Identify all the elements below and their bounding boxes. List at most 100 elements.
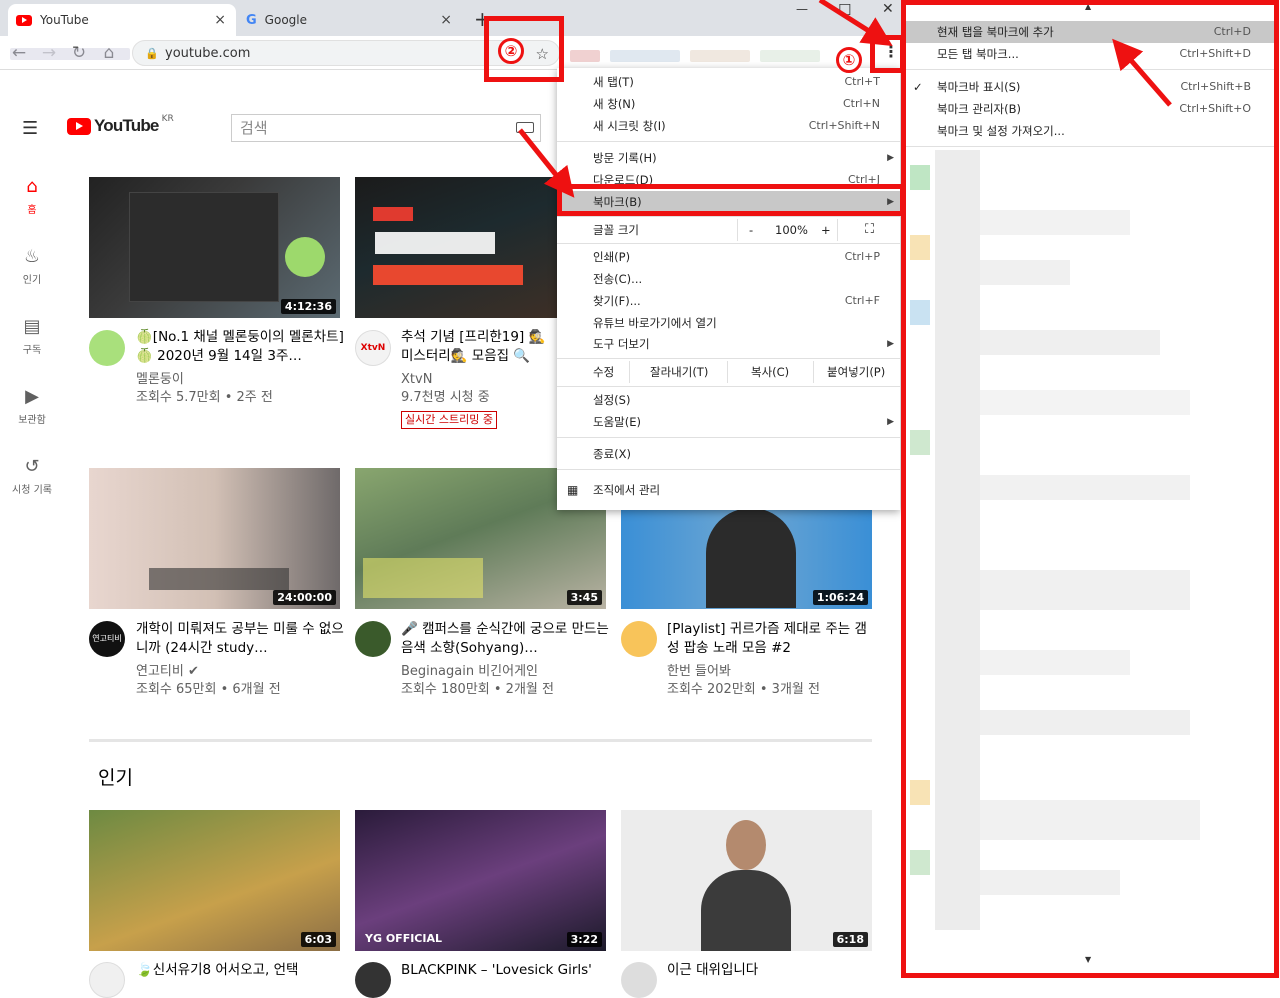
menu-label: 글꼴 크기 (593, 223, 639, 237)
menu-item-print[interactable]: 인쇄(P) Ctrl+P (557, 246, 900, 268)
paste-button[interactable]: 붙여넣기(P) (827, 361, 885, 383)
menu-item-exit[interactable]: 종료(X) (557, 443, 900, 465)
video-thumbnail[interactable] (355, 177, 557, 318)
tab-close-icon[interactable]: × (440, 12, 452, 28)
channel-avatar[interactable] (621, 962, 657, 998)
video-title[interactable]: 🎤 캠퍼스를 순식간에 궁으로 만드는 음색 소향(Sohyang)… (401, 620, 613, 658)
yg-logo-icon: YG OFFICIAL (365, 932, 442, 945)
sidebar-item-subscriptions[interactable]: ▤ 구독 (0, 316, 64, 356)
menu-separator (557, 469, 900, 470)
annotation-submenu-box (901, 0, 1279, 978)
viewer-count: 9.7천명 시청 중 (401, 390, 490, 405)
channel-avatar[interactable] (621, 621, 657, 657)
search-input[interactable]: 검색 (231, 114, 541, 142)
sidebar-item-trending[interactable]: ♨ 인기 (0, 246, 64, 286)
channel-avatar[interactable] (89, 330, 125, 366)
menu-item-help[interactable]: 도움말(E) ▶ (557, 411, 900, 433)
video-title[interactable]: 이근 대위입니다 (667, 961, 879, 980)
channel-name[interactable]: 연고티비 ✔ (136, 663, 199, 681)
channel-name[interactable]: Beginagain 비긴어게인 (401, 663, 538, 681)
shortcut: Ctrl+N (842, 97, 880, 110)
keyboard-icon[interactable] (516, 122, 534, 133)
video-duration: 1:06:24 (812, 590, 868, 605)
menu-item-history[interactable]: 방문 기록(H) ▶ (557, 147, 900, 169)
channel-avatar[interactable] (355, 962, 391, 998)
video-title[interactable]: [Playlist] 귀르가즘 제대로 주는 갬성 팝송 노래 모음 #2 (667, 620, 879, 658)
shortcut: Ctrl+F (844, 294, 880, 307)
channel-avatar[interactable] (89, 962, 125, 998)
maximize-button[interactable]: ☐ (838, 1, 851, 19)
video-meta: 조회수 180만회 • 2개월 전 (401, 682, 554, 697)
channel-avatar[interactable] (355, 621, 391, 657)
menu-item-cast[interactable]: 전송(C)... (557, 268, 900, 290)
sidebar-item-history[interactable]: ↺ 시청 기록 (0, 456, 64, 496)
submenu-arrow-icon: ▶ (887, 339, 894, 349)
video-thumbnail[interactable]: 6:18 (621, 810, 872, 951)
sidebar-item-home[interactable]: ⌂ 홈 (0, 176, 64, 216)
minimize-button[interactable]: — (796, 2, 808, 16)
home-icon: ⌂ (26, 176, 38, 197)
video-title[interactable]: BLACKPINK – 'Lovesick Girls' (401, 961, 613, 980)
menu-separator (557, 358, 900, 359)
menu-label: 새 시크릿 창(I) (593, 119, 666, 133)
submenu-arrow-icon: ▶ (887, 417, 894, 427)
channel-name[interactable]: 한번 들어봐 (667, 663, 731, 681)
channel-avatar[interactable]: 연고티비 (89, 621, 125, 657)
sidebar-label: 보관함 (18, 415, 46, 426)
video-thumbnail[interactable]: YG OFFICIAL 3:22 (355, 810, 606, 951)
tab-google[interactable]: G Google × (238, 4, 462, 36)
search-placeholder: 검색 (240, 119, 268, 137)
video-title[interactable]: 개학이 미뤄져도 공부는 미룰 수 없으니까 (24시간 study… (136, 620, 348, 658)
menu-item-new-window[interactable]: 새 창(N) Ctrl+N (557, 93, 900, 115)
menu-item-settings[interactable]: 설정(S) (557, 389, 900, 411)
video-duration: 3:45 (566, 590, 602, 605)
cut-button[interactable]: 잘라내기(T) (650, 361, 708, 383)
video-title[interactable]: 🍈[No.1 채널 멜론둥이의 멜론차트]🍈 2020년 9월 14일 3주… (136, 328, 348, 366)
logo-text: YouTube (94, 116, 159, 135)
channel-name[interactable]: XtvN (401, 371, 432, 389)
subscriptions-icon: ▤ (23, 316, 41, 337)
video-title[interactable]: 추석 기념 [프리한19] 🕵 미스터리🕵 모음집 🔍 (401, 328, 556, 366)
channel-avatar[interactable]: XtvN (355, 330, 391, 366)
fullscreen-icon[interactable]: ⛶ (865, 219, 874, 241)
menu-separator (557, 437, 900, 438)
history-icon: ↺ (24, 456, 40, 477)
menu-separator (557, 243, 900, 244)
submenu-arrow-icon: ▶ (887, 153, 894, 163)
menu-item-more-tools[interactable]: 도구 더보기 ▶ (557, 333, 900, 355)
menu-label: 인쇄(P) (593, 250, 631, 264)
tab-title: Google (264, 13, 307, 27)
zoom-out-button[interactable]: - (749, 219, 753, 241)
youtube-logo[interactable]: YouTube KR (67, 114, 174, 136)
menu-separator (557, 216, 900, 217)
url-text: youtube.com (165, 46, 251, 61)
menu-item-new-tab[interactable]: 새 탭(T) Ctrl+T (557, 71, 900, 93)
sidebar-label: 구독 (22, 345, 42, 356)
video-thumbnail[interactable]: 6:03 (89, 810, 340, 951)
channel-name[interactable]: 멜론둥이 (136, 371, 184, 389)
menu-item-find[interactable]: 찾기(F)... Ctrl+F (557, 290, 900, 312)
tab-youtube[interactable]: YouTube × (8, 4, 236, 36)
menu-label: 전송(C)... (593, 272, 643, 286)
fire-icon: ♨ (23, 246, 41, 267)
menu-item-open-in-youtube[interactable]: 유튜브 바로가기에서 열기 (557, 312, 900, 334)
menu-separator (557, 141, 900, 142)
video-duration: 4:12:36 (280, 299, 336, 314)
sidebar-item-library[interactable]: ▶ 보관함 (0, 386, 64, 426)
close-window-button[interactable]: ✕ (882, 1, 894, 17)
zoom-in-button[interactable]: + (821, 219, 831, 241)
menu-item-incognito[interactable]: 새 시크릿 창(I) Ctrl+Shift+N (557, 115, 900, 137)
hamburger-menu-icon[interactable]: ☰ (22, 118, 38, 139)
menu-label: 도움말(E) (593, 415, 641, 429)
menu-item-managed[interactable]: ▦ 조직에서 관리 (557, 479, 900, 501)
shortcut: Ctrl+P (844, 250, 880, 263)
video-duration: 3:22 (566, 932, 602, 947)
video-thumbnail[interactable]: 24:00:00 (89, 468, 340, 609)
annotation-star-box (484, 16, 564, 82)
copy-button[interactable]: 복사(C) (751, 361, 789, 383)
video-title[interactable]: 🍃신서유기8 어서오고, 언택 (136, 961, 348, 980)
sidebar-label: 인기 (22, 275, 42, 286)
region-label: KR (161, 114, 174, 124)
tab-close-icon[interactable]: × (214, 12, 226, 28)
video-thumbnail[interactable]: 4:12:36 (89, 177, 340, 318)
